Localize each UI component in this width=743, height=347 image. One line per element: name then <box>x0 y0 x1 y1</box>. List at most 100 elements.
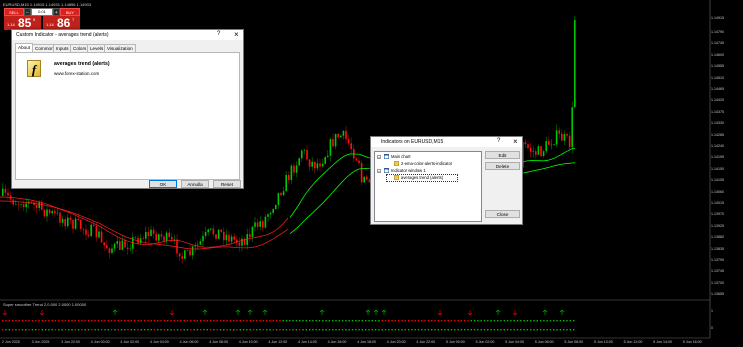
trend-dot-lower <box>497 329 499 331</box>
lot-size-input[interactable] <box>31 8 53 16</box>
candle-body <box>46 209 48 217</box>
candle-body <box>345 130 347 140</box>
tree-item-main-chart[interactable]: − Main chart <box>377 154 477 160</box>
trend-dot-lower <box>322 329 324 331</box>
lot-decrease-button[interactable]: − <box>24 8 31 16</box>
trend-dot-upper <box>315 320 317 322</box>
tree-item-indicator-window[interactable]: − Indicator window 1 <box>377 168 477 174</box>
trend-dot-lower <box>513 329 515 331</box>
edit-button[interactable]: Edit <box>485 151 520 159</box>
candle-body <box>178 253 181 257</box>
trend-dot-upper <box>394 320 397 322</box>
lot-increase-button[interactable]: + <box>53 8 60 16</box>
close-icon[interactable]: × <box>513 137 518 146</box>
dialog-titlebar[interactable]: Indicators on EURUSD,M15 ? × <box>371 137 522 147</box>
trend-dot-lower <box>130 329 133 331</box>
trend-dot-lower <box>54 329 57 331</box>
trend-dot-lower <box>394 329 397 331</box>
trend-dot-lower <box>355 329 357 331</box>
trend-dot-upper <box>539 320 542 322</box>
trend-dot-lower <box>464 329 466 331</box>
trend-dot-upper <box>569 320 571 322</box>
trend-down-arrow-icon <box>2 310 8 316</box>
tab-inputs[interactable]: Inputs <box>53 44 72 52</box>
candle-body <box>254 222 256 227</box>
close-button[interactable]: Close <box>485 210 520 218</box>
tree-item-averages-trend[interactable]: averages trend (alerts) <box>386 174 458 182</box>
collapse-icon[interactable]: − <box>377 169 381 174</box>
cancel-button[interactable]: Annulla <box>181 180 209 188</box>
trend-arrows-layer <box>2 309 565 316</box>
trend-dot-lower <box>526 329 529 331</box>
trend-dot-lower <box>94 329 96 331</box>
reset-button[interactable]: Reset <box>213 180 241 188</box>
ok-button[interactable]: OK <box>149 180 177 188</box>
trend-dot-lower <box>28 329 30 331</box>
trend-dot-upper <box>176 320 179 322</box>
trend-dot-lower <box>530 329 532 331</box>
trend-dot-upper <box>262 320 265 322</box>
trend-dot-upper <box>348 320 350 322</box>
candle-body <box>220 229 222 232</box>
ask-quote[interactable]: 1.14 86 7 <box>43 16 80 30</box>
trend-dot-lower <box>411 329 413 331</box>
dialog-title: Custom Indicator - averages trend (alert… <box>16 32 109 38</box>
trend-dot-lower <box>490 329 492 331</box>
close-icon[interactable]: × <box>234 30 239 39</box>
time-tick-label: 4 Jun 10:00 <box>238 340 258 344</box>
trend-up-arrow-icon <box>202 309 208 315</box>
trend-dot-upper <box>200 320 202 322</box>
candle-body <box>548 141 550 145</box>
trend-dot-lower <box>417 329 420 331</box>
tree-item-ema-indicator[interactable]: 2-ema-color-alerts-indicator <box>387 161 477 167</box>
candle-body <box>566 134 568 136</box>
trend-dot-lower <box>269 329 271 331</box>
candle-body <box>108 248 111 253</box>
price-tick-label: 1.14510 <box>711 75 724 80</box>
trend-dot-lower <box>414 329 416 331</box>
time-tick-label: 4 Jun 06:00 <box>179 340 199 344</box>
candle-body <box>207 229 209 233</box>
trend-dot-lower <box>262 329 265 331</box>
trend-dot-upper <box>117 320 119 322</box>
trend-dot-upper <box>256 320 258 322</box>
trend-dot-lower <box>348 329 350 331</box>
trend-dot-lower <box>239 329 241 331</box>
time-tick-label: 4 Jun 00:00 <box>90 340 110 344</box>
trend-dot-upper <box>302 320 304 322</box>
tab-about[interactable]: About <box>15 43 34 52</box>
delete-button[interactable]: Delete <box>485 162 520 170</box>
help-button[interactable]: ? <box>497 138 500 144</box>
dialog-titlebar[interactable]: Custom Indicator - averages trend (alert… <box>12 30 243 40</box>
time-tick-label: 4 Jun 18:00 <box>357 340 376 344</box>
trend-dot-lower <box>351 329 354 331</box>
trend-dot-upper <box>153 320 156 322</box>
trend-dot-lower <box>335 329 337 331</box>
candle-body <box>124 240 126 248</box>
help-button[interactable]: ? <box>217 31 220 37</box>
collapse-icon[interactable]: − <box>377 155 381 160</box>
trend-dot-lower <box>467 329 469 331</box>
time-tick-label: 2 Jun 2025 <box>2 340 20 344</box>
trend-dot-lower <box>338 329 340 331</box>
candle-body <box>217 229 220 239</box>
trend-dot-lower <box>134 329 136 331</box>
tab-visualization[interactable]: Visualization <box>104 44 136 52</box>
trend-dot-upper <box>163 320 166 322</box>
sell-button[interactable]: SELL <box>4 8 24 16</box>
candle-body <box>4 188 7 193</box>
candle-body <box>366 176 368 180</box>
trend-dot-lower <box>523 329 525 331</box>
buy-button[interactable]: BUY <box>60 8 80 16</box>
candle-body <box>350 143 352 150</box>
trend-dot-upper <box>305 320 307 322</box>
indicators-tree[interactable]: − Main chart 2-ema-color-alerts-indicato… <box>374 151 482 222</box>
candle-body <box>186 250 189 251</box>
trend-dot-lower <box>101 329 103 331</box>
trend-dot-lower <box>140 329 142 331</box>
trend-dot-upper <box>226 320 228 322</box>
bid-quote[interactable]: 1.14 85 5 <box>4 16 41 30</box>
trend-dot-upper <box>493 320 496 322</box>
trend-dot-upper <box>490 320 492 322</box>
trend-dot-lower <box>124 329 126 331</box>
